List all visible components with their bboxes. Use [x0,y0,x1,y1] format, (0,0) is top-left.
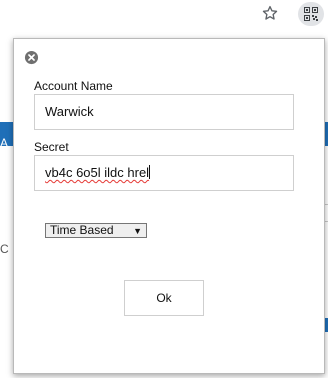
secret-input[interactable]: vb4c 6o5l ildc hrel [34,155,294,191]
qr-code-icon [304,7,318,21]
account-name-label: Account Name [34,79,113,93]
close-icon[interactable] [24,50,39,65]
triangle-down-icon: ▼ [133,226,142,236]
secret-label: Secret [34,140,69,154]
account-name-input[interactable]: Warwick [34,94,294,130]
ok-button[interactable]: Ok [124,280,204,316]
secret-value: vb4c 6o5l ildc hrel [45,165,150,180]
otp-type-selected: Time Based [50,223,114,237]
browser-toolbar [0,0,328,30]
page-text-fragment: C [0,242,9,256]
account-name-value: Warwick [45,104,94,119]
star-icon[interactable] [261,4,279,22]
authenticator-extension-button[interactable] [298,2,324,26]
otp-type-select[interactable]: Time Based ▼ [45,223,147,238]
page-heading-fragment: A [0,136,9,150]
text-caret [149,165,151,179]
add-account-popup: Account Name Warwick Secret vb4c 6o5l il… [13,38,325,374]
